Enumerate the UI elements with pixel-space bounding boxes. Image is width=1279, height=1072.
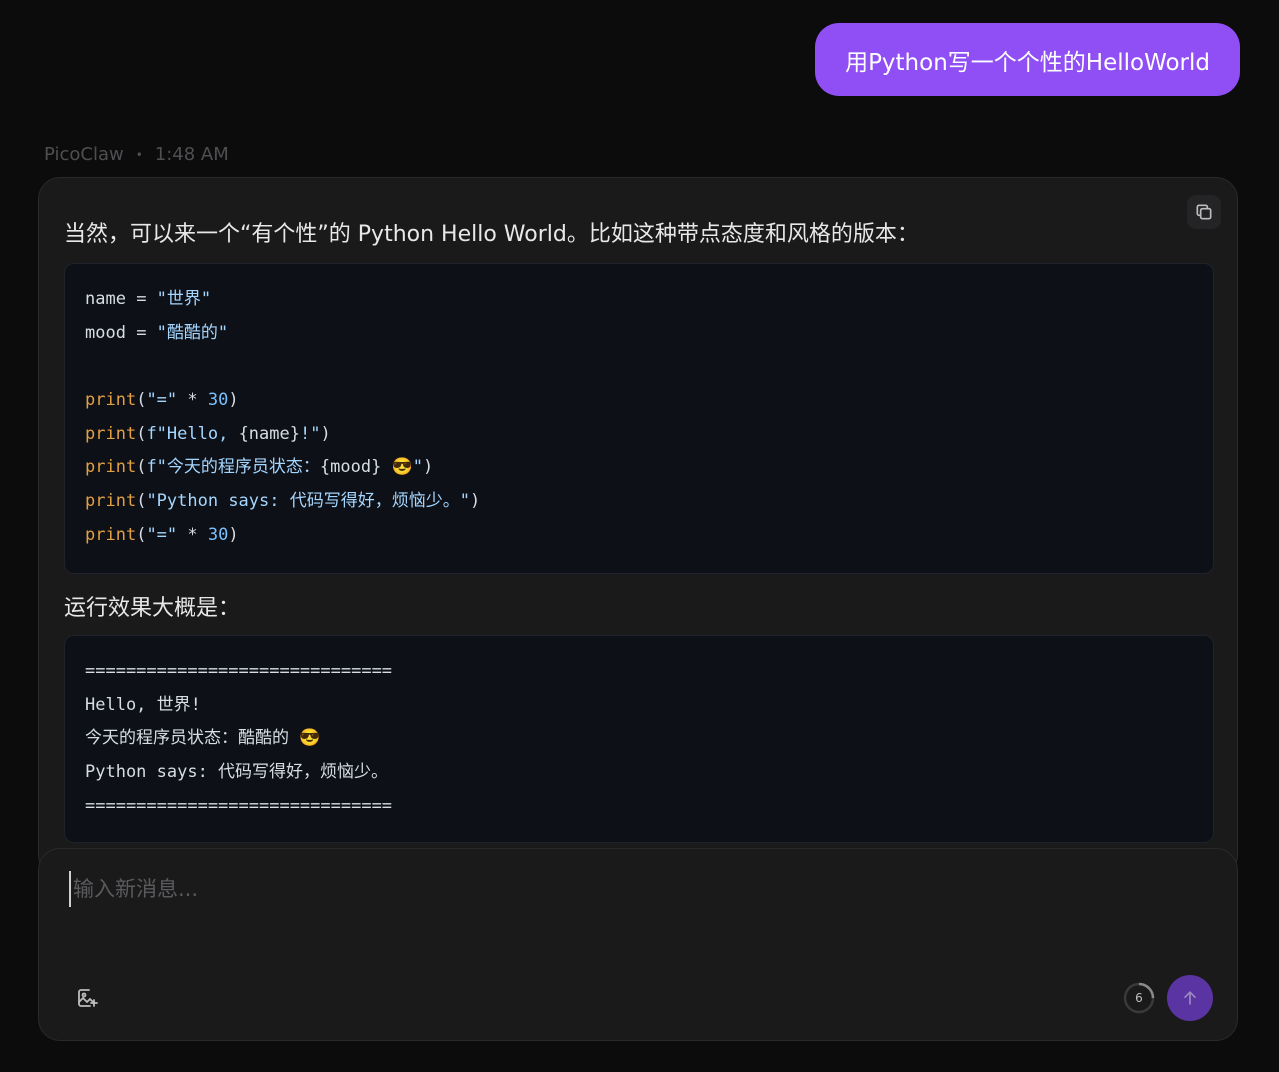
code-line: mood = "酷酷的" <box>85 322 229 343</box>
output-line: Hello, 世界! <box>85 694 201 715</box>
message-input[interactable] <box>69 871 1207 907</box>
output-line: ============================== <box>85 661 393 681</box>
output-line: Python says: 代码写得好，烦恼少。 <box>85 762 389 783</box>
copy-button[interactable] <box>1187 195 1221 229</box>
output-line: 今天的程序员状态：酷酷的 😎 <box>85 728 321 749</box>
user-message-text: 用Python写一个个性的HelloWorld <box>845 49 1210 76</box>
code-line: name = "世界" <box>85 289 212 309</box>
run-result-label: 运行效果大概是： <box>64 596 241 621</box>
arrow-up-icon <box>1184 991 1196 1005</box>
context-usage-indicator: 6 <box>1123 982 1155 1014</box>
assistant-message-card: 当然，可以来一个“有个性”的 Python Hello World。比如这种带点… <box>38 177 1238 877</box>
message-time: 1:48 AM <box>154 144 229 165</box>
code-block: name = "世界" mood = "酷酷的" print("=" * 30)… <box>64 263 1214 574</box>
code-line: print(f"今天的程序员状态：{mood} 😎") <box>85 457 434 478</box>
image-add-icon <box>78 989 98 1007</box>
user-message-bubble: 用Python写一个个性的HelloWorld <box>815 23 1240 96</box>
send-button[interactable] <box>1167 975 1213 1021</box>
attach-image-button[interactable] <box>75 986 101 1012</box>
meta-separator: • <box>135 147 143 162</box>
code-line: print("Python says: 代码写得好，烦恼少。") <box>85 491 481 512</box>
message-composer: 6 <box>38 848 1238 1041</box>
message-meta: PicoClaw • 1:48 AM <box>44 144 229 165</box>
assistant-name: PicoClaw <box>44 144 124 165</box>
copy-icon <box>1196 204 1212 220</box>
context-usage-count: 6 <box>1135 991 1143 1005</box>
output-line: ============================== <box>85 795 393 816</box>
code-line: print("=" * 30) <box>85 524 239 545</box>
code-line: print("=" * 30) <box>85 390 239 411</box>
assistant-intro-text: 当然，可以来一个“有个性”的 Python Hello World。比如这种带点… <box>64 222 919 247</box>
code-line: print(f"Hello, {name}!") <box>85 423 331 444</box>
output-block: ============================== Hello, 世界… <box>64 635 1214 843</box>
